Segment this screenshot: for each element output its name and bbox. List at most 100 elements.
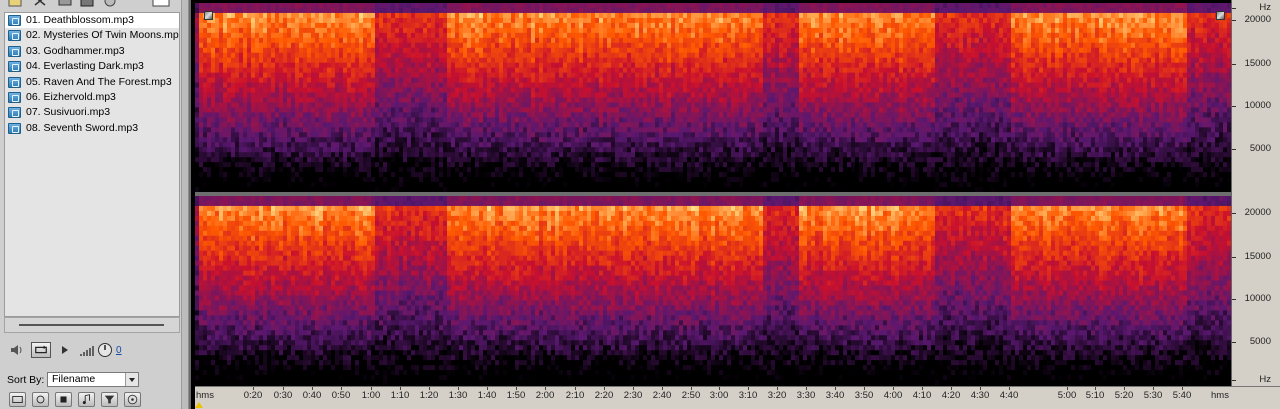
spectrogram-channel-left[interactable] bbox=[195, 3, 1231, 192]
file-list-item[interactable]: 03. Godhammer.mp3 bbox=[5, 44, 179, 59]
time-tick-label: 3:50 bbox=[854, 390, 874, 401]
note-icon[interactable] bbox=[78, 392, 95, 407]
frequency-tick-label: 20000 bbox=[1244, 207, 1271, 218]
frequency-tick-label: Hz bbox=[1259, 2, 1271, 13]
frequency-tick-label: 20000 bbox=[1244, 14, 1271, 25]
loop-toggle-button[interactable] bbox=[31, 342, 51, 358]
time-tick-label: 5:10 bbox=[1085, 390, 1105, 401]
auto-play-icon[interactable] bbox=[9, 392, 26, 407]
time-tick-label: 0:40 bbox=[302, 390, 322, 401]
preview-transport: 0 bbox=[0, 336, 182, 364]
file-list-item[interactable]: 08. Seventh Sword.mp3 bbox=[5, 121, 179, 136]
files-panel: 01. Deathblossom.mp3 02. Mysteries Of Twi… bbox=[0, 0, 182, 409]
time-tick-label: 0:20 bbox=[243, 390, 263, 401]
time-tick-mark bbox=[806, 387, 807, 390]
time-tick-mark bbox=[1009, 387, 1010, 390]
loop-icon[interactable] bbox=[32, 392, 49, 407]
audio-file-icon bbox=[8, 122, 21, 134]
time-tick-mark bbox=[575, 387, 576, 390]
frequency-tick-mark bbox=[1232, 149, 1236, 150]
frequency-ruler[interactable]: Hz 20000 15000 10000 5000 20000 15000 10000 5000… bbox=[1231, 0, 1280, 386]
time-tick-label: 3:40 bbox=[825, 390, 845, 401]
time-tick-label: 3:00 bbox=[709, 390, 729, 401]
time-tick-label: 3:10 bbox=[738, 390, 758, 401]
zoom-in-full-icon[interactable] bbox=[1216, 11, 1225, 20]
frequency-tick-mark bbox=[1232, 8, 1236, 9]
file-list-item[interactable]: 05. Raven And The Forest.mp3 bbox=[5, 75, 179, 90]
frequency-tick-label: 10000 bbox=[1244, 100, 1271, 111]
zoom-out-full-icon[interactable] bbox=[204, 11, 213, 20]
time-tick-mark bbox=[516, 387, 517, 390]
time-tick-mark bbox=[604, 387, 605, 390]
save-icon[interactable] bbox=[80, 0, 94, 7]
volume-value[interactable]: 0 bbox=[116, 345, 122, 356]
time-tick-label: 1:40 bbox=[477, 390, 497, 401]
frequency-tick-mark bbox=[1232, 380, 1236, 381]
file-list-item[interactable]: 02. Mysteries Of Twin Moons.mp3 bbox=[5, 28, 179, 43]
file-list-item[interactable]: 07. Susivuori.mp3 bbox=[5, 105, 179, 120]
file-list-item[interactable]: 04. Everlasting Dark.mp3 bbox=[5, 59, 179, 74]
file-name: 07. Susivuori.mp3 bbox=[26, 106, 111, 119]
properties-icon[interactable] bbox=[103, 0, 117, 7]
time-tick-label: 1:20 bbox=[419, 390, 439, 401]
file-name: 01. Deathblossom.mp3 bbox=[26, 14, 134, 26]
file-name: 02. Mysteries Of Twin Moons.mp3 bbox=[26, 29, 180, 42]
time-tick-mark bbox=[545, 387, 546, 390]
stop-icon[interactable] bbox=[55, 392, 72, 407]
frequency-tick-mark bbox=[1232, 213, 1236, 214]
time-tick-mark bbox=[748, 387, 749, 390]
time-tick-label: hms bbox=[1211, 390, 1229, 401]
sort-by-select[interactable]: Filename bbox=[47, 372, 139, 387]
file-name: 06. Eizhervold.mp3 bbox=[26, 90, 116, 103]
spectral-display[interactable]: Hz 20000 15000 10000 5000 20000 15000 10000 5000… bbox=[189, 0, 1280, 409]
open-file-icon[interactable] bbox=[8, 0, 22, 7]
time-tick-label: 5:00 bbox=[1057, 390, 1077, 401]
chevron-down-icon[interactable] bbox=[125, 373, 138, 386]
time-ruler[interactable]: hms 0:20 0:30 0:40 0:50 1:00 1:10 1:20 1:30 1:40 1… bbox=[195, 386, 1280, 409]
frequency-tick-mark bbox=[1232, 64, 1236, 65]
panel-menu-icon[interactable] bbox=[152, 0, 170, 7]
frequency-tick-label: 10000 bbox=[1244, 293, 1271, 304]
time-tick-label: 5:30 bbox=[1143, 390, 1163, 401]
time-tick-mark bbox=[691, 387, 692, 390]
file-name: 05. Raven And The Forest.mp3 bbox=[26, 75, 172, 88]
cd-icon[interactable] bbox=[124, 392, 141, 407]
time-tick-mark bbox=[662, 387, 663, 390]
time-tick-mark bbox=[400, 387, 401, 390]
time-tick-label: 2:00 bbox=[535, 390, 555, 401]
speaker-icon[interactable] bbox=[9, 342, 25, 358]
file-list-item[interactable]: 01. Deathblossom.mp3 bbox=[5, 13, 179, 29]
insert-icon[interactable] bbox=[58, 0, 72, 7]
panel-splitter[interactable] bbox=[182, 0, 189, 409]
volume-meter-icon bbox=[80, 342, 96, 358]
time-tick-mark bbox=[341, 387, 342, 390]
time-tick-label: 0:30 bbox=[273, 390, 293, 401]
frequency-tick-mark bbox=[1232, 20, 1236, 21]
sort-by-row: Sort By: Filename bbox=[0, 369, 182, 389]
audio-file-icon bbox=[8, 76, 21, 88]
scrollbar-thumb[interactable] bbox=[19, 324, 164, 326]
time-tick-label: 3:20 bbox=[767, 390, 787, 401]
audio-editor-window: 01. Deathblossom.mp3 02. Mysteries Of Twi… bbox=[0, 0, 1280, 409]
time-tick-label: 1:10 bbox=[390, 390, 410, 401]
time-tick-label: 4:30 bbox=[970, 390, 990, 401]
sort-by-label: Sort By: bbox=[7, 374, 45, 386]
time-tick-label: 2:40 bbox=[652, 390, 672, 401]
time-tick-mark bbox=[1095, 387, 1096, 390]
playhead-marker[interactable] bbox=[195, 402, 203, 408]
file-list-item[interactable]: 06. Eizhervold.mp3 bbox=[5, 90, 179, 105]
audio-file-icon bbox=[8, 30, 21, 42]
close-file-icon[interactable] bbox=[33, 0, 47, 7]
time-tick-mark bbox=[371, 387, 372, 390]
time-tick-label: 2:50 bbox=[681, 390, 701, 401]
file-list[interactable]: 01. Deathblossom.mp3 02. Mysteries Of Twi… bbox=[4, 12, 180, 317]
play-icon[interactable] bbox=[59, 342, 71, 358]
audio-file-icon bbox=[8, 15, 21, 26]
spectrogram-channel-right[interactable] bbox=[195, 196, 1231, 385]
filter-icon[interactable] bbox=[101, 392, 118, 407]
time-tick-mark bbox=[283, 387, 284, 390]
audio-file-icon bbox=[8, 61, 21, 73]
volume-knob-icon[interactable] bbox=[97, 342, 113, 358]
frequency-tick-label: 5000 bbox=[1249, 336, 1271, 347]
file-list-scrollbar[interactable] bbox=[4, 317, 180, 333]
